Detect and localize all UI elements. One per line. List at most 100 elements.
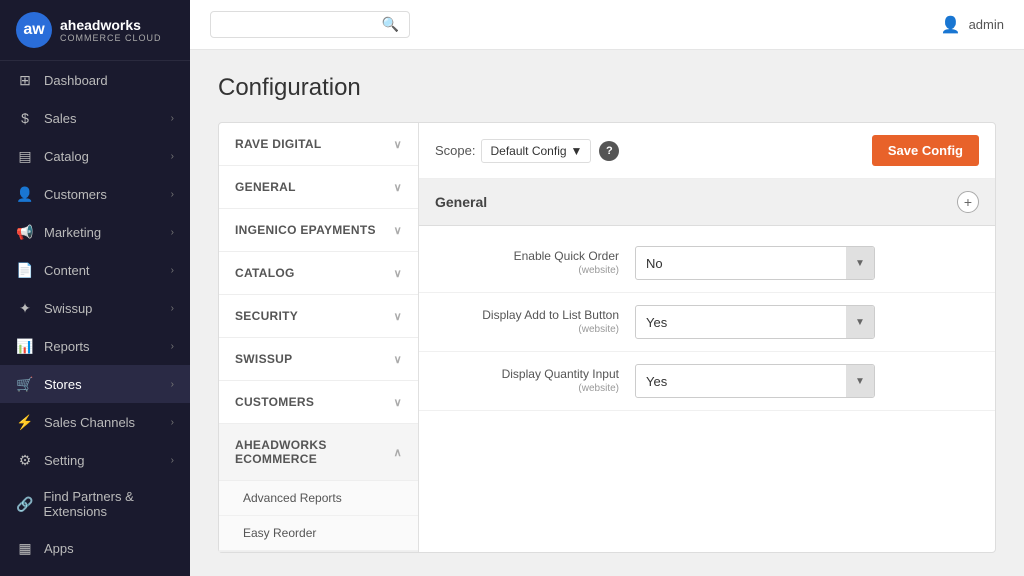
sidebar-item-label: Dashboard (44, 73, 108, 88)
topbar: 🔍 👤 admin (190, 0, 1024, 50)
left-panel-sub-item-easy-reorder[interactable]: Easy Reorder (219, 516, 418, 551)
left-panel-item-swissup[interactable]: SWISSUP ∨ (219, 338, 418, 381)
sidebar-item-reports[interactable]: 📊 Reports › (0, 327, 190, 365)
chevron-down-icon: ∨ (394, 267, 402, 280)
sidebar-item-domains[interactable]: 🌐 Domains (0, 567, 190, 576)
catalog-icon: ▤ (16, 147, 34, 165)
sales-channels-icon: ⚡ (16, 413, 34, 431)
field-label-display-add-to-list: Display Add to List Button (482, 308, 619, 322)
chevron-down-icon: ∨ (394, 138, 402, 151)
field-label-display-quantity-input: Display Quantity Input (502, 367, 619, 381)
sidebar-item-sales-channels[interactable]: ⚡ Sales Channels › (0, 403, 190, 441)
sidebar-item-find-partners[interactable]: 🔗 Find Partners & Extensions (0, 479, 190, 529)
logo-sub: COMMERCE CLOUD (60, 33, 162, 43)
sidebar-item-apps[interactable]: ▦ Apps (0, 529, 190, 567)
scope-label: Scope: (435, 143, 475, 158)
select-control-display-add-to-list[interactable]: No Yes ▼ (635, 305, 875, 339)
user-icon: 👤 (941, 15, 961, 35)
sidebar-item-catalog[interactable]: ▤ Catalog › (0, 137, 190, 175)
content-area: Configuration RAVE DIGITAL ∨ GENERAL ∨ I… (190, 50, 1024, 576)
sidebar-item-dashboard[interactable]: ⊞ Dashboard (0, 61, 190, 99)
customers-icon: 👤 (16, 185, 34, 203)
field-sub-display-quantity-input: (website) (435, 382, 619, 396)
page-title: Configuration (218, 74, 996, 102)
save-config-button[interactable]: Save Config (872, 135, 979, 166)
chevron-right-icon: › (171, 189, 174, 200)
sidebar-item-label: Apps (44, 541, 74, 556)
left-panel-item-customers[interactable]: CUSTOMERS ∨ (219, 381, 418, 424)
reports-icon: 📊 (16, 337, 34, 355)
scope-select[interactable]: Default Config ▼ (481, 139, 591, 163)
sidebar-item-stores[interactable]: 🛒 Stores › (0, 365, 190, 403)
sidebar-item-setting[interactable]: ⚙ Setting › (0, 441, 190, 479)
chevron-down-icon: ∨ (394, 310, 402, 323)
form-rows: Enable Quick Order (website) No Yes ▼ (419, 226, 995, 419)
select-display-quantity-input[interactable]: No Yes (636, 367, 846, 396)
find-partners-icon: 🔗 (16, 495, 33, 513)
left-panel-item-catalog[interactable]: CATALOG ∨ (219, 252, 418, 295)
help-icon[interactable]: ? (599, 141, 619, 161)
search-box[interactable]: 🔍 (210, 11, 410, 38)
select-control-enable-quick-order[interactable]: No Yes ▼ (635, 246, 875, 280)
chevron-down-icon: ∨ (394, 224, 402, 237)
right-panel: Scope: Default Config ▼ ? Save Config Ge… (419, 123, 995, 552)
marketing-icon: 📢 (16, 223, 34, 241)
chevron-right-icon: › (171, 455, 174, 466)
dashboard-icon: ⊞ (16, 71, 34, 89)
select-arrow-icon: ▼ (846, 247, 874, 279)
config-card: RAVE DIGITAL ∨ GENERAL ∨ INGENICO EPAYME… (218, 122, 996, 553)
apps-icon: ▦ (16, 539, 34, 557)
sales-icon: $ (16, 109, 34, 127)
sidebar-item-label: Catalog (44, 149, 89, 164)
field-sub-enable-quick-order: (website) (435, 264, 619, 278)
sidebar-item-label: Stores (44, 377, 82, 392)
left-panel-item-general[interactable]: GENERAL ∨ (219, 166, 418, 209)
left-panel-item-rave-digital[interactable]: RAVE DIGITAL ∨ (219, 123, 418, 166)
left-panel-item-security[interactable]: SECURITY ∨ (219, 295, 418, 338)
chevron-right-icon: › (171, 227, 174, 238)
main-area: 🔍 👤 admin Configuration RAVE DIGITAL ∨ G… (190, 0, 1024, 576)
sidebar-item-label: Find Partners & Extensions (43, 489, 174, 519)
select-arrow-icon: ▼ (846, 306, 874, 338)
section-header: General + (419, 179, 995, 226)
scope-chevron-icon: ▼ (571, 144, 583, 158)
select-display-add-to-list[interactable]: No Yes (636, 308, 846, 337)
scope-value: Default Config (490, 144, 566, 158)
chevron-down-icon: ∨ (394, 353, 402, 366)
sidebar-item-label: Sales Channels (44, 415, 135, 430)
select-enable-quick-order[interactable]: No Yes (636, 249, 846, 278)
add-section-button[interactable]: + (957, 191, 979, 213)
sidebar: aw aheadworks COMMERCE CLOUD ⊞ Dashboard… (0, 0, 190, 576)
content-icon: 📄 (16, 261, 34, 279)
logo-icon: aw (16, 12, 52, 48)
chevron-down-icon: ∨ (394, 396, 402, 409)
chevron-down-icon: ∨ (394, 181, 402, 194)
chevron-right-icon: › (171, 151, 174, 162)
sidebar-item-label: Setting (44, 453, 84, 468)
chevron-right-icon: › (171, 341, 174, 352)
left-panel-sub-item-advanced-reports[interactable]: Advanced Reports (219, 481, 418, 516)
sidebar-item-label: Swissup (44, 301, 92, 316)
user-label: admin (969, 17, 1004, 32)
search-input[interactable] (221, 17, 382, 32)
sidebar-logo: aw aheadworks COMMERCE CLOUD (0, 0, 190, 61)
sidebar-item-swissup[interactable]: ✦ Swissup › (0, 289, 190, 327)
sidebar-item-content[interactable]: 📄 Content › (0, 251, 190, 289)
sidebar-item-sales[interactable]: $ Sales › (0, 99, 190, 137)
chevron-right-icon: › (171, 303, 174, 314)
select-arrow-icon: ▼ (846, 365, 874, 397)
select-control-display-quantity-input[interactable]: No Yes ▼ (635, 364, 875, 398)
field-sub-display-add-to-list: (website) (435, 323, 619, 337)
left-panel-sub: Advanced Reports Easy Reorder (219, 481, 418, 552)
sidebar-item-label: Content (44, 263, 90, 278)
sidebar-item-label: Reports (44, 339, 90, 354)
sidebar-item-marketing[interactable]: 📢 Marketing › (0, 213, 190, 251)
swissup-icon: ✦ (16, 299, 34, 317)
left-panel: RAVE DIGITAL ∨ GENERAL ∨ INGENICO EPAYME… (219, 123, 419, 552)
sidebar-item-customers[interactable]: 👤 Customers › (0, 175, 190, 213)
search-button[interactable]: 🔍 (382, 16, 399, 33)
chevron-right-icon: › (171, 417, 174, 428)
left-panel-item-aheadworks[interactable]: AHEADWORKS ECOMMERCE ∧ (219, 424, 418, 481)
left-panel-item-ingenico[interactable]: INGENICO EPAYMENTS ∨ (219, 209, 418, 252)
form-row-display-quantity-input: Display Quantity Input (website) No Yes … (419, 352, 995, 411)
